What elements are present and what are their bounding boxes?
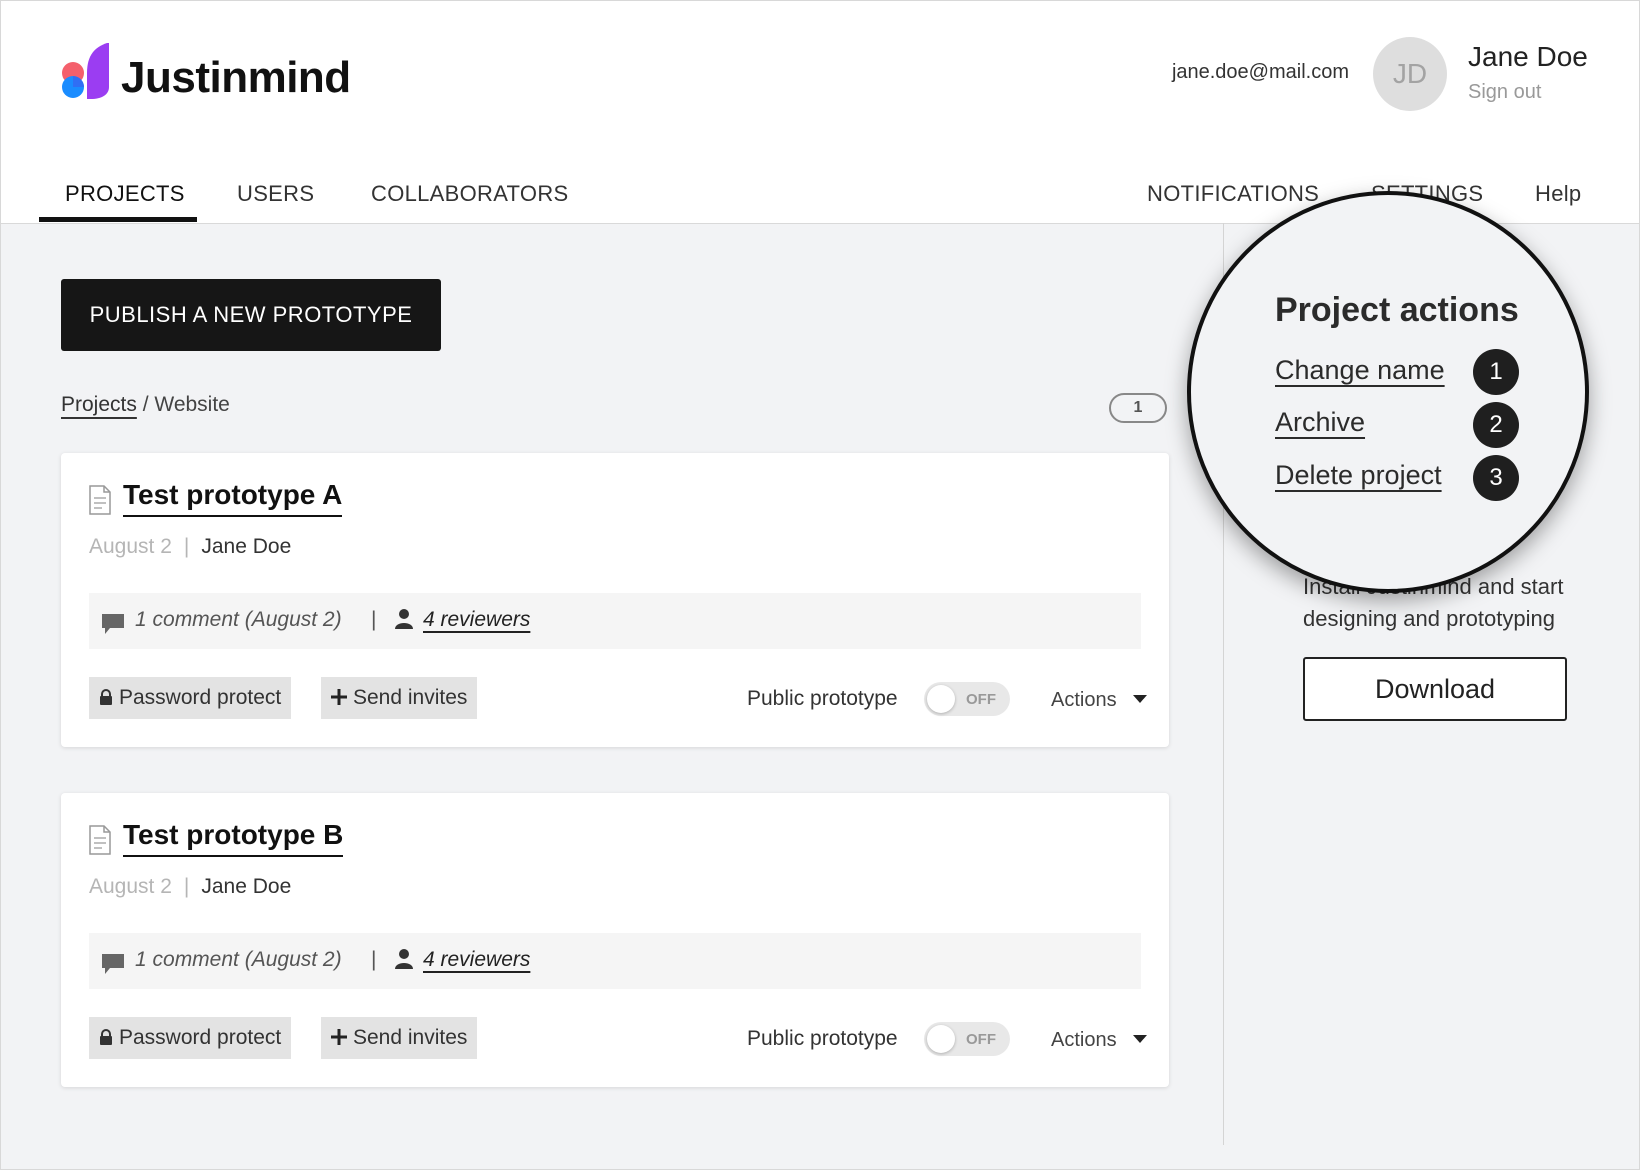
- step-badge: 3: [1473, 455, 1519, 501]
- reviewers-link[interactable]: 4 reviewers: [423, 608, 530, 632]
- comment-icon: [102, 614, 124, 634]
- actions-dropdown[interactable]: Actions: [1051, 689, 1147, 712]
- info-separator: |: [371, 608, 377, 631]
- publish-prototype-button[interactable]: PUBLISH A NEW PROTOTYPE: [61, 279, 441, 351]
- prototype-meta: August 2 | Jane Doe: [89, 535, 291, 559]
- public-prototype-toggle[interactable]: OFF: [924, 1022, 1010, 1056]
- callout-heading: Project actions: [1275, 291, 1519, 329]
- prototype-title-link[interactable]: Test prototype B: [123, 819, 344, 857]
- tab-users[interactable]: USERS: [237, 181, 314, 207]
- info-separator: |: [371, 948, 377, 971]
- caret-down-icon: [1132, 1035, 1147, 1043]
- user-name: Jane Doe: [1468, 41, 1588, 72]
- prototype-title-link[interactable]: Test prototype A: [123, 479, 343, 517]
- breadcrumb-current: / Website: [142, 393, 230, 416]
- prototype-card: Test prototype A August 2 | Jane Doe 1 com…: [61, 453, 1169, 747]
- toggle-knob: [927, 1025, 955, 1053]
- prototype-date: August 2: [89, 535, 172, 558]
- prototype-meta: August 2 | Jane Doe: [89, 875, 291, 899]
- comment-summary: 1 comment (August 2): [135, 948, 342, 971]
- tab-collaborators[interactable]: COLLABORATORS: [371, 181, 568, 207]
- reviewers-link[interactable]: 4 reviewers: [423, 948, 530, 972]
- toggle-state: OFF: [966, 1031, 996, 1048]
- tab-notifications[interactable]: NOTIFICATIONS: [1147, 181, 1319, 207]
- public-prototype-label: Public prototype: [747, 687, 898, 710]
- send-invites-label: Send invites: [353, 1026, 468, 1049]
- person-icon: [395, 609, 413, 629]
- project-actions-callout: Project actions Change name 1 Archive 2 …: [1187, 191, 1589, 593]
- plus-icon: [331, 1029, 347, 1045]
- app-window: Justinmind jane.doe@mail.com JD Jane Doe…: [0, 0, 1640, 1170]
- tab-help[interactable]: Help: [1535, 181, 1581, 207]
- tab-projects[interactable]: PROJECTS: [65, 181, 185, 207]
- send-invites-button[interactable]: Send invites: [321, 1017, 478, 1059]
- password-protect-label: Password protect: [119, 686, 282, 709]
- breadcrumb: Projects / Website: [61, 393, 230, 417]
- caret-down-icon: [1132, 695, 1147, 703]
- password-protect-button[interactable]: Password protect: [89, 1017, 292, 1059]
- lock-icon: [100, 689, 112, 705]
- toggle-knob: [927, 685, 955, 713]
- password-protect-label: Password protect: [119, 1026, 282, 1049]
- comment-summary: 1 comment (August 2): [135, 608, 342, 631]
- step-badge: 1: [1473, 349, 1519, 395]
- password-protect-button[interactable]: Password protect: [89, 677, 292, 719]
- toggle-state: OFF: [966, 691, 996, 708]
- person-icon: [395, 949, 413, 969]
- justinmind-logo-icon: [62, 43, 109, 99]
- comment-icon: [102, 954, 124, 974]
- lock-icon: [100, 1029, 112, 1045]
- prototype-date: August 2: [89, 875, 172, 898]
- actions-label: Actions: [1051, 1029, 1117, 1051]
- prototype-author: Jane Doe: [201, 535, 292, 558]
- prototype-card: Test prototype B August 2 | Jane Doe 1 com…: [61, 793, 1169, 1087]
- meta-separator: |: [183, 875, 190, 898]
- download-button[interactable]: Download: [1303, 657, 1567, 721]
- send-invites-button[interactable]: Send invites: [321, 677, 478, 719]
- send-invites-label: Send invites: [353, 686, 468, 709]
- plus-icon: [331, 689, 347, 705]
- public-prototype-label: Public prototype: [747, 1027, 898, 1050]
- actions-dropdown[interactable]: Actions: [1051, 1029, 1147, 1052]
- prototype-info-bar: 1 comment (August 2) | 4 reviewers: [89, 593, 1141, 649]
- document-icon: [89, 485, 111, 515]
- user-email: jane.doe@mail.com: [1171, 61, 1349, 83]
- step-badge: 2: [1473, 402, 1519, 448]
- change-name-link[interactable]: Change name: [1275, 355, 1445, 386]
- avatar[interactable]: JD: [1373, 37, 1447, 111]
- brand-logo[interactable]: Justinmind: [61, 43, 361, 103]
- document-icon: [89, 825, 111, 855]
- prototype-author: Jane Doe: [201, 875, 292, 898]
- brand-name: Justinmind: [121, 53, 351, 102]
- project-count-badge: 1: [1109, 393, 1167, 423]
- prototype-info-bar: 1 comment (August 2) | 4 reviewers: [89, 933, 1141, 989]
- active-tab-indicator: [39, 217, 197, 222]
- meta-separator: |: [183, 535, 190, 558]
- breadcrumb-projects-link[interactable]: Projects: [61, 393, 137, 416]
- public-prototype-toggle[interactable]: OFF: [924, 682, 1010, 716]
- actions-label: Actions: [1051, 689, 1117, 711]
- archive-link[interactable]: Archive: [1275, 407, 1365, 438]
- sign-out-link[interactable]: Sign out: [1468, 81, 1541, 104]
- delete-project-link[interactable]: Delete project: [1275, 460, 1442, 491]
